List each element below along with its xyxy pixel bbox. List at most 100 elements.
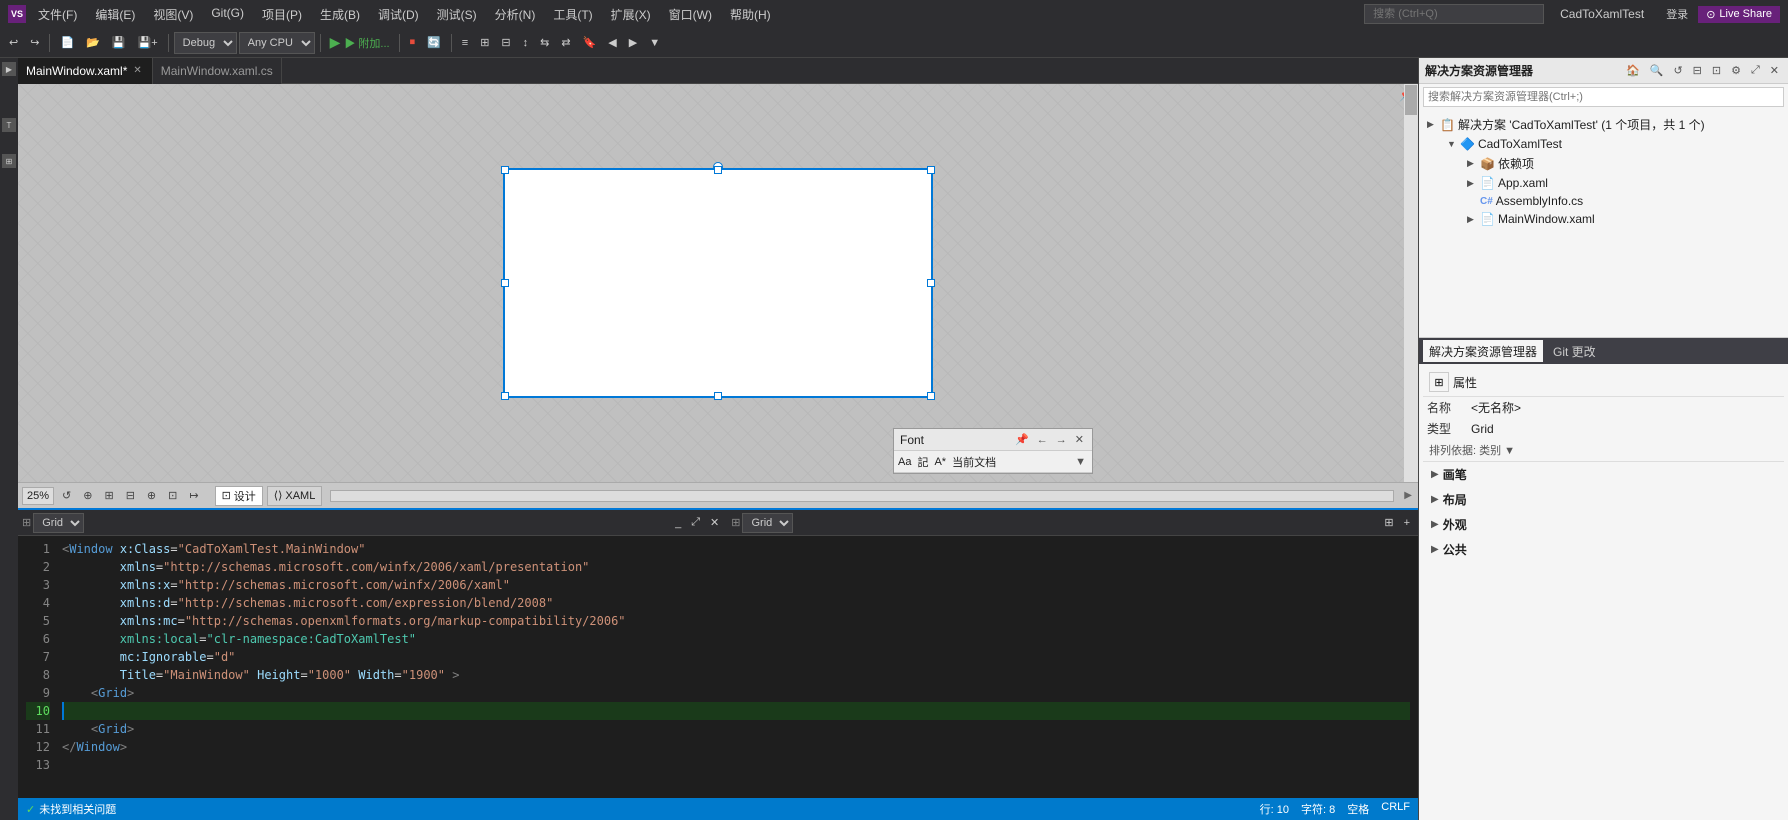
undo-button[interactable]: ↩	[4, 32, 23, 54]
grid-btn-4[interactable]: ⊡	[164, 487, 181, 504]
window-frame[interactable]	[503, 168, 933, 398]
font-panel-close-button[interactable]: ✕	[1073, 433, 1086, 446]
resize-handle-bl[interactable]	[501, 392, 509, 400]
se-btn-close[interactable]: ✕	[1767, 63, 1782, 78]
menu-tools[interactable]: 工具(T)	[545, 4, 600, 25]
tab-main-xaml[interactable]: MainWindow.xaml* ✕	[18, 58, 153, 84]
menu-help[interactable]: 帮助(H)	[722, 4, 779, 25]
resize-handle-tl[interactable]	[501, 166, 509, 174]
toolbar-btn-2[interactable]: ⊞	[475, 32, 494, 54]
se-btn-search[interactable]: 🔍	[1647, 63, 1667, 78]
toolbar-btn-8[interactable]: ▶	[624, 32, 642, 54]
code-content[interactable]: <Window x:Class="CadToXamlTest.MainWindo…	[54, 536, 1418, 798]
font-panel-pin-button[interactable]: 📌	[1013, 433, 1031, 446]
right-panel-expand-button[interactable]: ⊞	[1380, 514, 1397, 532]
menu-debug[interactable]: 调试(D)	[370, 4, 427, 25]
open-button[interactable]: 📂	[81, 32, 105, 54]
toolbar-btn-4[interactable]: ↕	[518, 32, 534, 54]
sidebar-indicator-3[interactable]: ⊞	[2, 154, 16, 168]
tab-git-changes[interactable]: Git 更改	[1547, 340, 1602, 362]
menu-view[interactable]: 视图(V)	[145, 4, 201, 25]
tree-item-mainxaml[interactable]: ▶ 📄 MainWindow.xaml	[1463, 210, 1784, 228]
toolbar-btn-7[interactable]: ◀	[603, 32, 621, 54]
tab-design[interactable]: ⊡ 设计	[215, 486, 263, 506]
debug-config-dropdown[interactable]: Debug	[174, 32, 237, 54]
tab-main-cs[interactable]: MainWindow.xaml.cs	[153, 58, 282, 84]
tree-project[interactable]: ▼ 🔷 CadToXamlTest	[1443, 135, 1784, 153]
fit-button[interactable]: ⊕	[79, 487, 96, 504]
sidebar-indicator-1[interactable]: ▶	[2, 62, 16, 76]
vertical-scrollbar[interactable]	[1404, 84, 1418, 482]
new-project-button[interactable]: 📄	[55, 32, 79, 54]
chevron-solution[interactable]: ▶	[1427, 119, 1437, 130]
title-search-input[interactable]	[1364, 4, 1544, 24]
properties-grid-btn[interactable]: ⊞	[1429, 372, 1449, 392]
panel-minimize-button[interactable]: _	[671, 514, 685, 532]
resize-handle-lm[interactable]	[501, 279, 509, 287]
se-btn-refresh[interactable]: ↺	[1670, 63, 1685, 78]
toolbar-btn-1[interactable]: ≡	[457, 32, 473, 54]
font-panel-arrow-right[interactable]: →	[1054, 434, 1069, 446]
chevron-project[interactable]: ▼	[1447, 139, 1457, 149]
menu-project[interactable]: 项目(P)	[254, 4, 310, 25]
chevron-appxaml[interactable]: ▶	[1467, 178, 1477, 189]
font-panel-arrow-left[interactable]: ←	[1035, 434, 1050, 446]
horizontal-scrollbar[interactable]	[330, 490, 1394, 502]
sidebar-indicator-2[interactable]: T	[2, 118, 16, 132]
platform-config-dropdown[interactable]: Any CPU	[239, 32, 315, 54]
tree-item-deps[interactable]: ▶ 📦 依赖项	[1463, 153, 1784, 174]
scroll-right-button[interactable]: ▶	[1402, 490, 1414, 501]
toolbar-btn-5[interactable]: ⇆	[535, 32, 554, 54]
run-button[interactable]: ▶ ▶ 附加...	[326, 34, 394, 51]
prop-section-brush[interactable]: ▶ 画笔	[1423, 462, 1784, 487]
resize-handle-tr[interactable]	[927, 166, 935, 174]
se-btn-show-active[interactable]: ⊡	[1709, 63, 1724, 78]
menu-git[interactable]: Git(G)	[203, 4, 252, 25]
stop-button[interactable]: ⏹	[405, 32, 421, 54]
zoom-reset-button[interactable]: ↺	[58, 487, 75, 504]
resize-handle-rm[interactable]	[927, 279, 935, 287]
right-panel-add-button[interactable]: +	[1400, 514, 1414, 532]
tree-item-appxaml[interactable]: ▶ 📄 App.xaml	[1463, 174, 1784, 192]
redo-button[interactable]: ↪	[25, 32, 44, 54]
panel-close-button[interactable]: ✕	[706, 514, 723, 532]
prop-section-layout[interactable]: ▶ 布局	[1423, 487, 1784, 512]
resize-handle-tm[interactable]	[714, 166, 722, 174]
tab-xaml[interactable]: ⟨⟩ XAML	[267, 486, 323, 506]
tree-solution[interactable]: ▶ 📋 解决方案 'CadToXamlTest' (1 个项目，共 1 个)	[1423, 114, 1784, 135]
tree-item-assemblyinfo[interactable]: C# AssemblyInfo.cs	[1463, 192, 1784, 210]
tab-solution-explorer[interactable]: 解决方案资源管理器	[1423, 340, 1543, 362]
menu-edit[interactable]: 编辑(E)	[87, 4, 143, 25]
menu-window[interactable]: 窗口(W)	[661, 4, 720, 25]
tab-main-xaml-close[interactable]: ✕	[131, 65, 143, 76]
prop-section-common[interactable]: ▶ 公共	[1423, 537, 1784, 562]
restart-button[interactable]: 🔄	[422, 32, 446, 54]
resize-handle-br[interactable]	[927, 392, 935, 400]
live-share-button[interactable]: ⊙ Live Share	[1698, 6, 1780, 23]
bookmark-button[interactable]: 🔖	[578, 32, 602, 54]
menu-test[interactable]: 测试(S)	[429, 4, 485, 25]
save-all-button[interactable]: 💾+	[133, 32, 163, 54]
grid-btn-5[interactable]: ↦	[185, 487, 202, 504]
panel-float-button[interactable]: ⤢	[687, 514, 704, 532]
grid-btn-3[interactable]: ⊕	[143, 487, 160, 504]
login-button[interactable]: 登录	[1660, 6, 1694, 22]
right-panel-dropdown[interactable]: Grid	[742, 513, 793, 533]
resize-handle-bm[interactable]	[714, 392, 722, 400]
se-btn-collapse[interactable]: ⊟	[1690, 63, 1705, 78]
menu-extensions[interactable]: 扩展(X)	[603, 4, 659, 25]
save-button[interactable]: 💾	[107, 32, 131, 54]
chevron-deps[interactable]: ▶	[1467, 158, 1477, 169]
grid-btn-1[interactable]: ⊞	[100, 487, 117, 504]
toolbar-btn-9[interactable]: ▼	[644, 32, 665, 54]
toolbar-btn-3[interactable]: ⊟	[496, 32, 515, 54]
se-btn-settings[interactable]: ⚙	[1728, 63, 1744, 78]
se-search-input[interactable]	[1423, 87, 1784, 107]
chevron-mainxaml[interactable]: ▶	[1467, 214, 1477, 225]
menu-analyze[interactable]: 分析(N)	[487, 4, 544, 25]
grid-btn-2[interactable]: ⊟	[122, 487, 139, 504]
se-btn-home[interactable]: 🏠	[1623, 63, 1643, 78]
menu-file[interactable]: 文件(F)	[30, 4, 85, 25]
toolbar-btn-6[interactable]: ⇄	[556, 32, 575, 54]
left-panel-dropdown[interactable]: Grid	[33, 513, 84, 533]
